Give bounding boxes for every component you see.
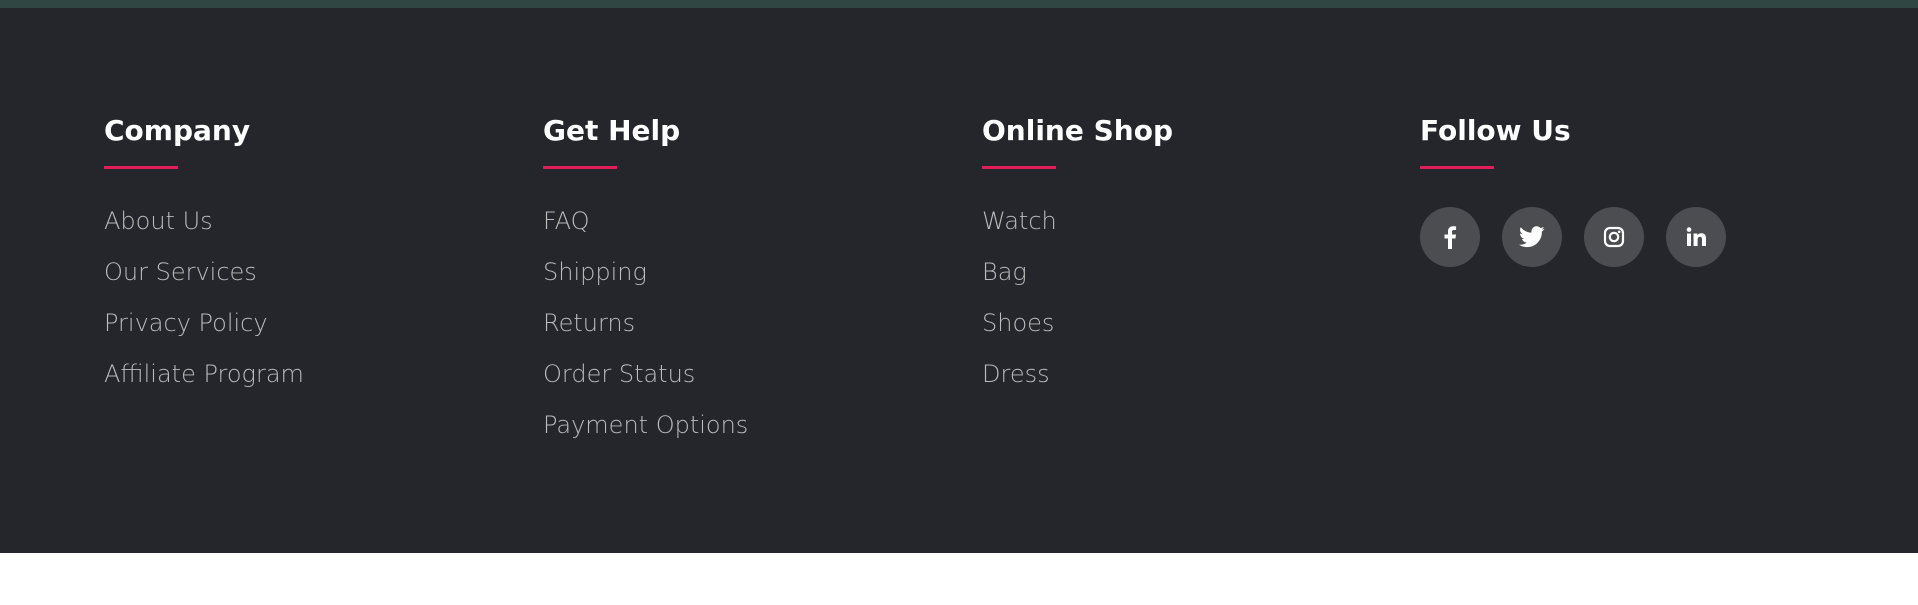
instagram-button[interactable]: [1584, 207, 1644, 267]
title-underline: [1420, 166, 1494, 169]
footer-link-our-services[interactable]: Our Services: [104, 255, 304, 289]
column-title: Online Shop: [982, 114, 1173, 147]
title-underline: [543, 166, 617, 169]
social-links: [1420, 207, 1748, 267]
footer-link-watch[interactable]: Watch: [982, 204, 1057, 238]
footer-link-order-status[interactable]: Order Status: [543, 357, 748, 391]
top-strip: [0, 0, 1918, 8]
twitter-button[interactable]: [1502, 207, 1562, 267]
twitter-icon: [1519, 226, 1545, 248]
linkedin-button[interactable]: [1666, 207, 1726, 267]
column-title: Follow Us: [1420, 114, 1571, 147]
title-underline: [104, 166, 178, 169]
footer-link-shipping[interactable]: Shipping: [543, 255, 748, 289]
title-underline: [982, 166, 1056, 169]
footer-link-affiliate-program[interactable]: Affiliate Program: [104, 357, 304, 391]
link-list: FAQ Shipping Returns Order Status Paymen…: [543, 204, 748, 459]
footer-link-privacy-policy[interactable]: Privacy Policy: [104, 306, 304, 340]
column-title: Get Help: [543, 114, 681, 147]
footer-link-payment-options[interactable]: Payment Options: [543, 408, 748, 442]
site-footer: Company About Us Our Services Privacy Po…: [0, 8, 1918, 553]
linkedin-icon: [1686, 227, 1706, 246]
footer-link-bag[interactable]: Bag: [982, 255, 1057, 289]
footer-link-faq[interactable]: FAQ: [543, 204, 748, 238]
instagram-icon: [1603, 226, 1625, 248]
facebook-button[interactable]: [1420, 207, 1480, 267]
link-list: Watch Bag Shoes Dress: [982, 204, 1057, 408]
footer-link-dress[interactable]: Dress: [982, 357, 1057, 391]
footer-link-shoes[interactable]: Shoes: [982, 306, 1057, 340]
link-list: About Us Our Services Privacy Policy Aff…: [104, 204, 304, 408]
column-title: Company: [104, 114, 251, 147]
facebook-icon: [1444, 226, 1457, 249]
footer-link-returns[interactable]: Returns: [543, 306, 748, 340]
page-below-footer: [0, 553, 1918, 605]
footer-link-about-us[interactable]: About Us: [104, 204, 304, 238]
